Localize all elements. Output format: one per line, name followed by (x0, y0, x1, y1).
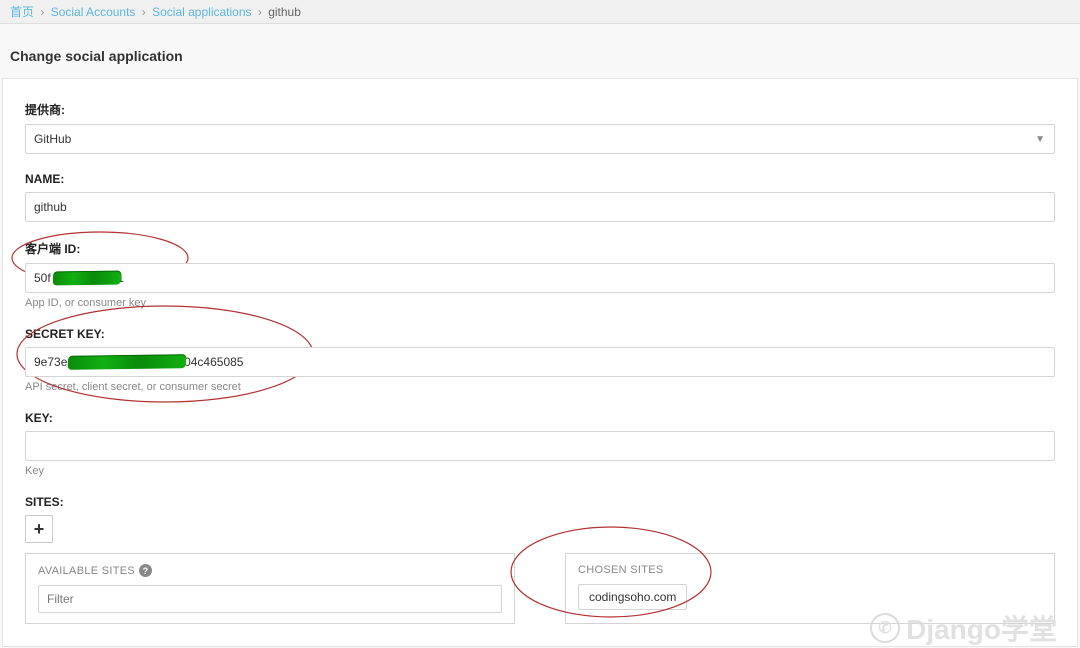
redaction-scribble (53, 271, 122, 286)
provider-group: 提供商: ▼ (25, 101, 1055, 154)
client-id-help: App ID, or consumer key (25, 297, 1055, 309)
breadcrumb-sep: › (40, 5, 44, 19)
redaction-scribble (68, 354, 187, 370)
sites-label: SITES: (25, 495, 1055, 509)
secret-key-label: SECRET KEY: (25, 327, 1055, 341)
name-label: NAME: (25, 172, 1055, 186)
sites-group: SITES: + (25, 495, 1055, 543)
provider-label: 提供商: (25, 101, 1055, 118)
key-label: KEY: (25, 411, 1055, 425)
key-group: KEY: Key (25, 411, 1055, 477)
breadcrumb-social-applications[interactable]: Social applications (152, 5, 251, 19)
breadcrumb-home[interactable]: 首页 (10, 5, 34, 19)
help-icon[interactable]: ? (139, 564, 152, 577)
breadcrumb: 首页 › Social Accounts › Social applicatio… (0, 0, 1080, 24)
client-id-label: 客户端 ID: (25, 240, 1055, 257)
breadcrumb-current: github (268, 5, 301, 19)
breadcrumb-sep: › (142, 5, 146, 19)
client-id-group: 客户端 ID: App ID, or consumer key (25, 240, 1055, 309)
wechat-icon: ✆ (870, 613, 900, 643)
watermark: ✆ Django学堂 (870, 608, 1057, 648)
available-sites-box: AVAILABLE SITES ? (25, 553, 515, 624)
provider-select[interactable] (25, 124, 1055, 154)
page-title: Change social application (10, 48, 1080, 64)
secret-key-help: API secret, client secret, or consumer s… (25, 381, 1055, 393)
key-help: Key (25, 465, 1055, 477)
client-id-field[interactable] (25, 263, 1055, 293)
chosen-sites-title: CHOSEN SITES (578, 564, 1042, 576)
breadcrumb-social-accounts[interactable]: Social Accounts (51, 5, 136, 19)
name-field[interactable] (25, 192, 1055, 222)
breadcrumb-sep: › (258, 5, 262, 19)
form-container: 提供商: ▼ NAME: 客户端 ID: App ID, or consumer… (2, 78, 1078, 647)
add-site-button[interactable]: + (25, 515, 53, 543)
secret-key-group: SECRET KEY: API secret, client secret, o… (25, 327, 1055, 393)
name-group: NAME: (25, 172, 1055, 222)
key-field[interactable] (25, 431, 1055, 461)
filter-input[interactable] (38, 585, 502, 613)
plus-icon: + (34, 519, 45, 540)
available-sites-title: AVAILABLE SITES ? (38, 564, 502, 577)
chosen-site-item[interactable]: codingsoho.com (578, 584, 687, 610)
